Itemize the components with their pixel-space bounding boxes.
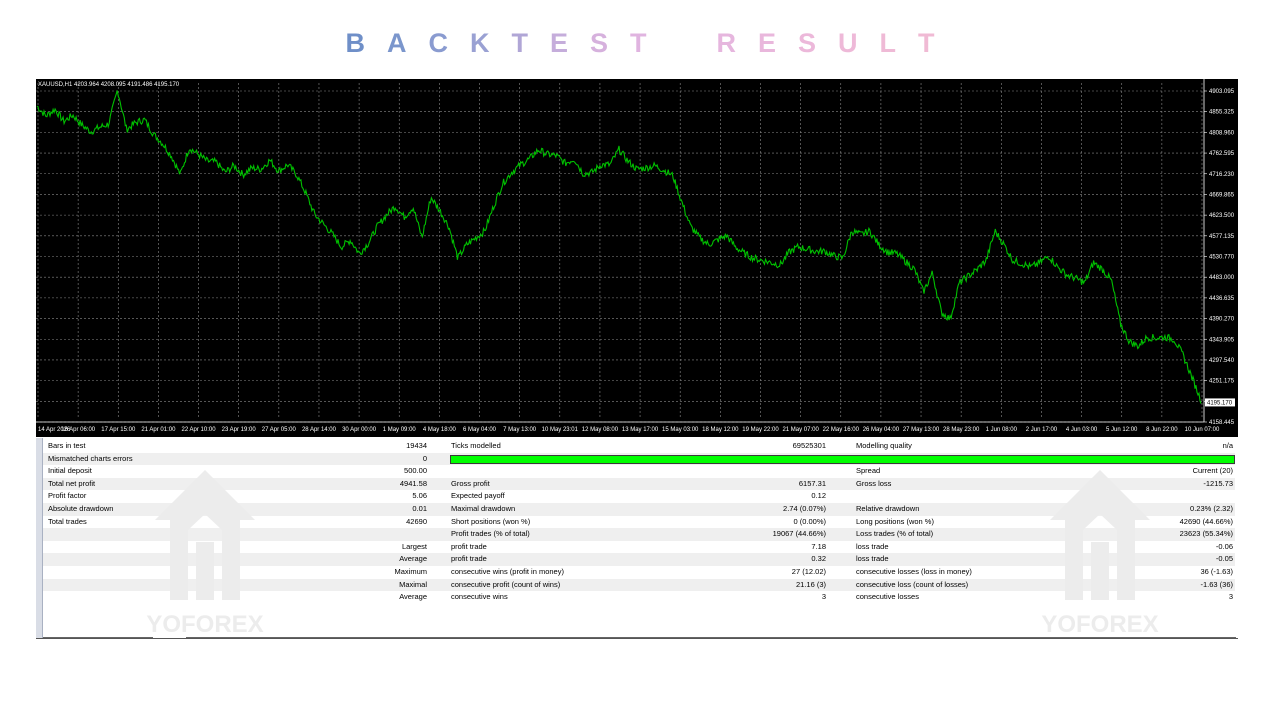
title-letter: S (589, 28, 608, 58)
report-sidebar[interactable] (36, 438, 43, 638)
time-tick-label: 5 Jun 12:00 (1106, 427, 1138, 433)
watermark-graphic: YOFOREX (1041, 470, 1159, 638)
time-tick-label: 6 May 04:00 (463, 427, 497, 433)
time-tick-label: 22 May 16:00 (823, 427, 860, 433)
price-tick-label: 4436.635 (1209, 296, 1235, 302)
price-tick-label: 4158.445 (1209, 420, 1235, 426)
watermark-logo-right: YOFOREX (1025, 450, 1175, 640)
time-tick-label: 19 May 22:00 (742, 427, 779, 433)
time-tick-label: 18 May 12:00 (702, 427, 739, 433)
watermark-text: YOFOREX (1041, 611, 1158, 638)
price-tick-label: 4530.770 (1209, 255, 1235, 261)
title-letter: R (716, 28, 737, 58)
price-tick-label: 4669.865 (1209, 192, 1235, 198)
title-letter: E (758, 28, 777, 58)
watermark-logo-left: YOFOREX (130, 450, 280, 640)
time-tick-label: 10 May 23:01 (542, 427, 579, 433)
report-cell-c4: 3 (821, 592, 826, 602)
title-letter: T (918, 28, 935, 58)
chart-symbol-label: XAUUSD,H1 4203.964 4208.095 4191.486 419… (38, 82, 180, 88)
watermark-logo-icon (155, 470, 255, 600)
price-tick-label: 4343.905 (1209, 337, 1235, 343)
price-series-line (36, 90, 1202, 404)
time-tick-label: 26 May 04:00 (863, 427, 900, 433)
time-tick-label: 1 Jun 08:00 (986, 427, 1018, 433)
time-tick-label: 2 Jun 17:00 (1026, 427, 1058, 433)
time-tick-label: 8 Jun 22:00 (1146, 427, 1178, 433)
time-tick-label: 10 Jun 07:00 (1185, 427, 1220, 433)
time-tick-label: 4 Jun 03:00 (1066, 427, 1098, 433)
title-letter: K (469, 28, 490, 58)
watermark-text: YOFOREX (146, 611, 263, 638)
time-tick-label: 27 May 13:00 (903, 427, 940, 433)
price-tick-label: 4297.540 (1209, 358, 1235, 364)
time-tick-label: 23 Apr 19:00 (222, 427, 257, 433)
time-tick-label: 22 Apr 10:00 (182, 427, 217, 433)
time-tick-label: 28 May 23:00 (943, 427, 980, 433)
price-tick-label: 4716.230 (1209, 172, 1235, 178)
title-letter: T (630, 28, 647, 58)
price-tick-label: 4483.000 (1209, 275, 1235, 281)
watermark-logo-icon (1050, 470, 1150, 600)
title-letter: T (511, 28, 528, 58)
time-tick-label: 16 Apr 06:00 (61, 427, 96, 433)
report-cell-c4: 27 (12.02) (791, 567, 826, 576)
price-tick-label: 4577.135 (1209, 234, 1235, 240)
report-cell-c4: 19067 (44.66%) (772, 529, 826, 539)
report-cell-c4: 21.16 (3) (795, 579, 826, 589)
current-price-label: 4195.170 (1207, 400, 1233, 406)
time-tick-label: 17 Apr 15:00 (101, 427, 136, 433)
time-tick-label: 13 May 17:00 (622, 427, 659, 433)
price-tick-label: 4762.595 (1209, 151, 1235, 157)
time-tick-label: 30 Apr 00:00 (342, 427, 377, 433)
price-chart-canvas: 14 Apr 202616 Apr 06:00 17 Apr 15:00 21 Ap… (36, 79, 1235, 433)
report-cell-c4: 0.32 (811, 554, 826, 564)
price-tick-label: 4623.500 (1209, 213, 1235, 219)
title-letter: A (386, 28, 407, 58)
title-letter: U (838, 28, 858, 58)
price-tick-label: 4390.270 (1209, 317, 1235, 323)
report-cell-c4: 0.12 (811, 491, 826, 501)
report-cell-c4: 2.74 (0.07%) (783, 504, 826, 513)
time-tick-label: 21 May 07:00 (782, 427, 819, 433)
title-letter: C (428, 28, 448, 58)
price-tick-label: 4251.175 (1209, 379, 1235, 385)
time-tick-label: 1 May 09:00 (383, 427, 417, 433)
watermark-graphic: YOFOREX (146, 470, 264, 638)
price-tick-label: 4855.325 (1209, 110, 1235, 116)
report-cell-c4: 6157.31 (798, 478, 826, 488)
time-tick-label: 28 Apr 14:00 (302, 427, 337, 433)
title-letter: S (798, 28, 817, 58)
time-tick-label: 4 May 18:00 (423, 427, 457, 433)
title-letter: L (879, 28, 897, 58)
price-tick-label: 4903.095 (1209, 89, 1235, 95)
time-tick-label: 12 May 08:00 (582, 427, 619, 433)
report-cell-c4: 7.18 (811, 541, 826, 551)
time-tick-label: 7 May 13:00 (503, 427, 537, 433)
report-cell-c4: 0 (0.00%) (793, 516, 826, 526)
price-chart[interactable]: 14 Apr 2026 16 Apr 06:00 17 Apr 15:00 21 Ap… (36, 79, 1238, 437)
time-tick-label: 27 Apr 05:00 (262, 427, 297, 433)
price-tick-label: 4808.960 (1209, 130, 1235, 136)
time-tick-label: 15 May 03:00 (662, 427, 699, 433)
title-letter: B (345, 28, 365, 58)
time-tick-label: 21 Apr 01:00 (141, 427, 176, 433)
title-letter: E (549, 28, 568, 58)
report-cell-c4: 69525301 (792, 441, 826, 450)
page-title: BACKTESTRESULT (0, 28, 1280, 59)
